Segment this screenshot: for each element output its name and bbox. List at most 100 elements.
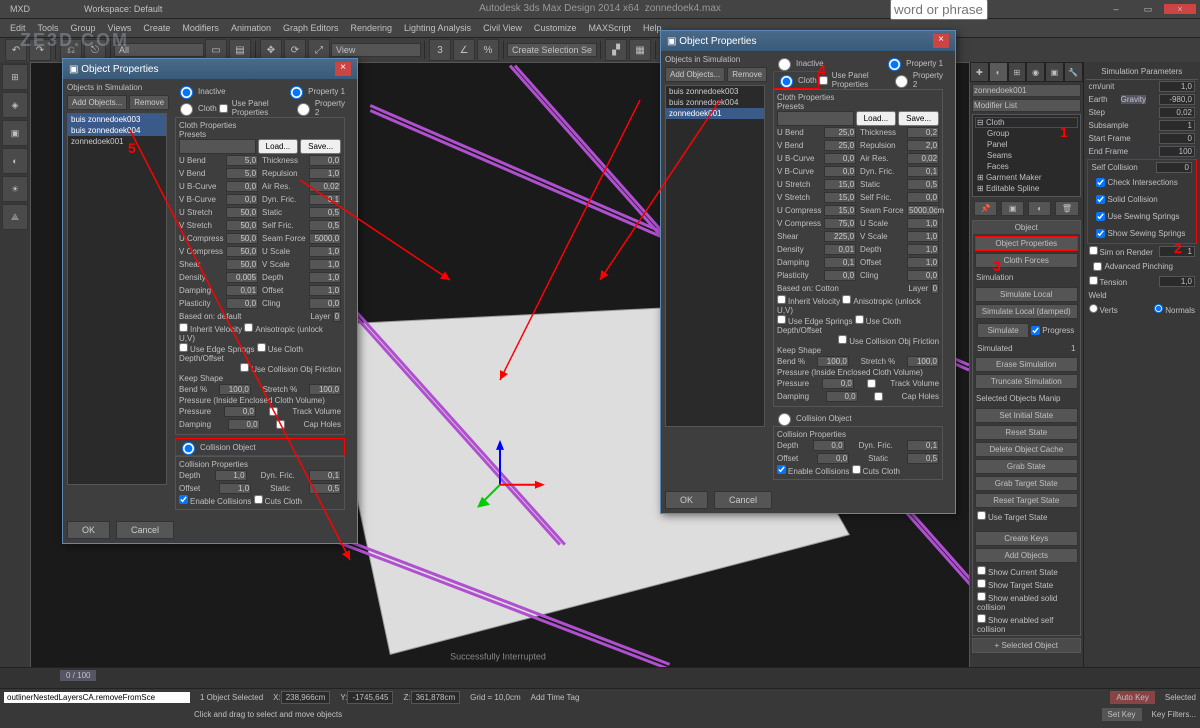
angle-snap-icon[interactable]: ∠ bbox=[453, 39, 475, 61]
add-objects-button[interactable]: Add Objects bbox=[975, 548, 1078, 563]
dialog2-stretch-spinner[interactable]: 100,0 bbox=[907, 356, 939, 367]
startframe-spinner[interactable]: 0 bbox=[1159, 133, 1195, 144]
param-spin[interactable]: 1,0 bbox=[309, 285, 341, 296]
stack-group[interactable]: Group bbox=[975, 128, 1078, 139]
param-spin[interactable]: 0,0 bbox=[309, 155, 341, 166]
dialog2-dynf-spinner[interactable]: 0,1 bbox=[907, 440, 939, 451]
param-spin[interactable]: 1,0 bbox=[907, 257, 939, 268]
dialog2-cancel-button[interactable]: Cancel bbox=[714, 491, 772, 509]
show-target-check[interactable] bbox=[977, 579, 986, 588]
simrender-spinner[interactable]: 1 bbox=[1159, 246, 1195, 257]
cloth-forces-button[interactable]: Cloth Forces bbox=[975, 253, 1078, 268]
menu-grapheditors[interactable]: Graph Editors bbox=[277, 23, 345, 33]
dialog2-collfric-check[interactable] bbox=[838, 335, 847, 344]
param-spin[interactable]: 50,0 bbox=[226, 233, 258, 244]
param-spin[interactable]: 0,0 bbox=[309, 298, 341, 309]
param-spin[interactable]: 0,5 bbox=[309, 207, 341, 218]
dialog2-usepanel-check[interactable] bbox=[819, 76, 828, 85]
dialog2-cap-check[interactable] bbox=[874, 392, 883, 401]
param-spin[interactable]: 0,2 bbox=[907, 127, 939, 138]
tension-spinner[interactable]: 1,0 bbox=[1159, 276, 1195, 287]
menu-civilview[interactable]: Civil View bbox=[477, 23, 528, 33]
reset-target-state-button[interactable]: Reset Target State bbox=[975, 493, 1078, 508]
z-coord[interactable]: 361,878cm bbox=[411, 691, 461, 704]
simulate-local-button[interactable]: Simulate Local bbox=[975, 287, 1078, 302]
advanced-pinching-check[interactable] bbox=[1093, 262, 1102, 271]
param-spin[interactable]: 0,0 bbox=[907, 270, 939, 281]
param-spin[interactable]: 1,0 bbox=[309, 259, 341, 270]
param-spin[interactable]: 1,0 bbox=[907, 231, 939, 242]
dialog2-close[interactable]: × bbox=[933, 34, 949, 48]
tool1-icon[interactable]: ⊞ bbox=[2, 64, 28, 90]
param-spin[interactable]: 0,0 bbox=[824, 153, 856, 164]
stack-pin-icon[interactable]: 📌 bbox=[974, 201, 997, 216]
param-spin[interactable]: 15,0 bbox=[824, 192, 856, 203]
truncate-simulation-button[interactable]: Truncate Simulation bbox=[975, 374, 1078, 389]
keyfilters-button[interactable]: Key Filters... bbox=[1152, 710, 1196, 719]
modifier-list-drop[interactable]: Modifier List bbox=[972, 99, 1081, 112]
show-solid-check[interactable] bbox=[977, 592, 986, 601]
dialog1-edge-check[interactable] bbox=[179, 343, 188, 352]
dialog2-track-check[interactable] bbox=[867, 379, 876, 388]
param-spin[interactable]: 0,0 bbox=[226, 194, 258, 205]
param-spin[interactable]: 0,5 bbox=[907, 179, 939, 190]
param-spin[interactable]: 0,5 bbox=[309, 220, 341, 231]
reset-state-button[interactable]: Reset State bbox=[975, 425, 1078, 440]
dialog2-cloth-radio[interactable] bbox=[780, 75, 793, 88]
param-spin[interactable]: 1,0 bbox=[309, 272, 341, 283]
dialog2-inactive-radio[interactable] bbox=[778, 58, 791, 71]
timeline[interactable]: 0 / 100 bbox=[0, 668, 1200, 689]
dialog1-cuts-check[interactable] bbox=[254, 495, 263, 504]
param-spin[interactable]: 50,0 bbox=[226, 246, 258, 257]
check-intersections-check[interactable] bbox=[1096, 178, 1105, 187]
selfcoll-spinner[interactable]: 0 bbox=[1156, 162, 1192, 173]
subsample-spinner[interactable]: 1 bbox=[1159, 120, 1195, 131]
menu-rendering[interactable]: Rendering bbox=[345, 23, 399, 33]
stack-show-icon[interactable]: ▣ bbox=[1001, 201, 1024, 216]
set-initial-state-button[interactable]: Set Initial State bbox=[975, 408, 1078, 423]
erase-simulation-button[interactable]: Erase Simulation bbox=[975, 357, 1078, 372]
dialog1-enable-check[interactable] bbox=[179, 495, 188, 504]
use-target-state-check[interactable] bbox=[977, 511, 986, 520]
param-spin[interactable]: 225,0 bbox=[824, 231, 856, 242]
param-spin[interactable]: 0,02 bbox=[907, 153, 939, 164]
dialog2-collision-radio[interactable] bbox=[778, 413, 791, 426]
align-icon[interactable]: ▦ bbox=[629, 39, 651, 61]
dialog1-depth2-spinner[interactable]: 1,0 bbox=[215, 470, 247, 481]
param-spin[interactable]: 75,0 bbox=[824, 218, 856, 229]
simulate-local-damped-button[interactable]: Simulate Local (damped) bbox=[975, 304, 1078, 319]
param-spin[interactable]: 5000,0 bbox=[309, 233, 341, 244]
delete-cache-button[interactable]: Delete Object Cache bbox=[975, 442, 1078, 457]
endframe-spinner[interactable]: 100 bbox=[1159, 146, 1195, 157]
create-keys-button[interactable]: Create Keys bbox=[975, 531, 1078, 546]
param-spin[interactable]: 5,0 bbox=[226, 168, 258, 179]
dialog2-enable-check[interactable] bbox=[777, 465, 786, 474]
grab-state-button[interactable]: Grab State bbox=[975, 459, 1078, 474]
dialog1-cap-check[interactable] bbox=[276, 420, 285, 429]
show-sewing-check[interactable] bbox=[1096, 229, 1105, 238]
dialog1-collision-radio[interactable] bbox=[182, 442, 195, 455]
setkey-button[interactable]: Set Key bbox=[1102, 708, 1142, 721]
dialog2-object-list[interactable]: buis zonnedoek003 buis zonnedoek004 zonn… bbox=[665, 85, 765, 427]
tool5-icon[interactable]: ☀ bbox=[2, 176, 28, 202]
param-spin[interactable]: 25,0 bbox=[824, 127, 856, 138]
weld-normals-radio[interactable] bbox=[1154, 304, 1163, 313]
dialog2-depth-check[interactable] bbox=[855, 315, 864, 324]
stack-spline[interactable]: ⊞ Editable Spline bbox=[975, 183, 1078, 194]
stack-panel[interactable]: Panel bbox=[975, 139, 1078, 150]
dialog2-pressure-spinner[interactable]: 0,0 bbox=[822, 378, 854, 389]
selected-drop[interactable]: Selected bbox=[1165, 693, 1196, 702]
param-spin[interactable]: 1,0 bbox=[907, 244, 939, 255]
param-spin[interactable]: 0,0 bbox=[226, 181, 258, 192]
dialog2-damping-spinner[interactable]: 0,0 bbox=[826, 391, 858, 402]
dialog1-add-button[interactable]: Add Objects... bbox=[67, 95, 127, 110]
dialog1-track-check[interactable] bbox=[269, 407, 278, 416]
solid-collision-check[interactable] bbox=[1096, 195, 1105, 204]
dialog2-layer-spinner[interactable]: 0 bbox=[931, 283, 939, 294]
dialog1-cloth-radio[interactable] bbox=[180, 103, 193, 116]
dialog1-layer-spinner[interactable]: 0 bbox=[333, 311, 341, 322]
param-spin[interactable]: 0,1 bbox=[309, 194, 341, 205]
param-spin[interactable]: 0,0 bbox=[907, 192, 939, 203]
x-coord[interactable]: 238,966cm bbox=[281, 691, 331, 704]
dialog1-aniso-check[interactable] bbox=[244, 323, 253, 332]
